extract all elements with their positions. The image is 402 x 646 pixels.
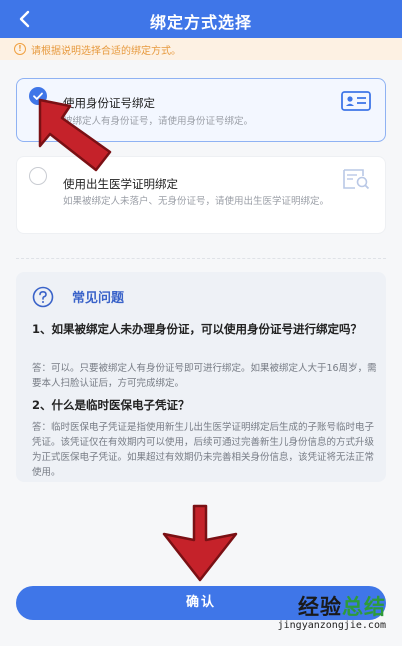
watermark-url: jingyanzongjie.com (277, 620, 386, 631)
page-title: 绑定方式选择 (149, 13, 252, 32)
radio-selected[interactable] (29, 87, 47, 105)
faq-panel: 常见问题 1、如果被绑定人未办理身份证，可以使用身份证号进行绑定吗？ 答：可以。… (16, 272, 386, 482)
option-title: 使用出生医学证明绑定 (63, 177, 178, 191)
id-card-icon (341, 90, 371, 112)
divider (16, 258, 386, 259)
faq-answer: 答：可以。只要被绑定人有身份证号即可进行绑定。如果被绑定人大于16周岁，需要本人… (32, 363, 377, 389)
watermark-text-part2: 总结 (342, 595, 386, 619)
option-title: 使用身份证号绑定 (63, 96, 155, 110)
option-id-number[interactable]: 使用身份证号绑定 被绑定人有身份证号，请使用身份证号绑定。 (16, 78, 386, 142)
watermark: 经验总结 jingyanzongjie.com (278, 594, 386, 632)
watermark-text: 经验总结 (278, 594, 386, 620)
notice-bar: ! 请根据说明选择合适的绑定方式。 (0, 38, 402, 60)
option-description: 被绑定人有身份证号，请使用身份证号绑定。 (63, 116, 254, 127)
option-description: 如果被绑定人未落户、无身份证号，请使用出生医学证明绑定。 (63, 196, 330, 207)
question-circle-icon (32, 286, 54, 308)
faq-question: 2、什么是临时医保电子凭证？ (32, 398, 190, 412)
exclamation-circle-icon: ! (14, 43, 26, 55)
faq-title: 常见问题 (72, 291, 125, 306)
certificate-search-icon (341, 168, 371, 190)
top-bar: 绑定方式选择 (0, 0, 402, 38)
option-birth-certificate[interactable]: 使用出生医学证明绑定 如果被绑定人未落户、无身份证号，请使用出生医学证明绑定。 (16, 156, 386, 234)
faq-answer: 答：临时医保电子凭证是指使用新生儿出生医学证明绑定后生成的子账号临时电子凭证。该… (32, 422, 375, 478)
check-icon (33, 92, 43, 100)
red-arrow-down-icon (162, 504, 238, 582)
faq-question: 1、如果被绑定人未办理身份证，可以使用身份证号进行绑定吗？ (32, 322, 362, 336)
radio-unselected[interactable] (29, 167, 47, 185)
watermark-text-part1: 经验 (298, 595, 342, 619)
notice-text: 请根据说明选择合适的绑定方式。 (31, 45, 181, 57)
